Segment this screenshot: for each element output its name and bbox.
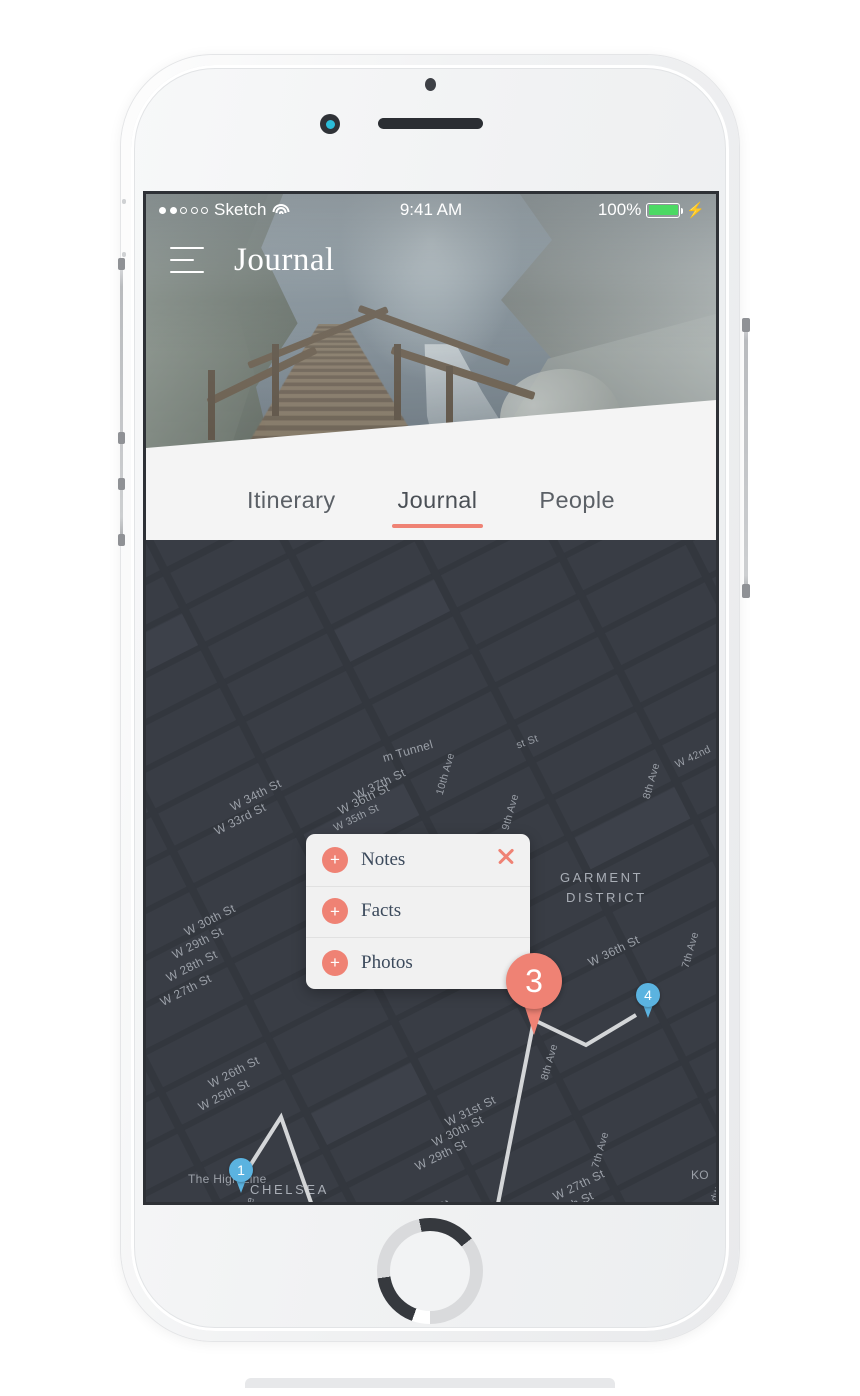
pin-3-label: 3 bbox=[506, 953, 562, 1009]
power-button-top-cap[interactable] bbox=[742, 318, 750, 332]
battery-percent-label: 100% bbox=[597, 200, 642, 219]
map-pin-3-active[interactable]: 3 bbox=[506, 953, 562, 1035]
add-entry-popup[interactable]: + Notes + Facts + Photos bbox=[306, 834, 530, 989]
plus-icon[interactable]: + bbox=[322, 898, 348, 925]
tab-itinerary[interactable]: Itinerary bbox=[233, 487, 350, 514]
volume-bottom-cap[interactable] bbox=[118, 534, 125, 546]
plus-icon[interactable]: + bbox=[322, 949, 348, 976]
home-button[interactable] bbox=[377, 1218, 483, 1324]
mute-switch-bottom[interactable] bbox=[122, 252, 126, 257]
earpiece-speaker bbox=[378, 118, 483, 129]
volume-up-cap[interactable] bbox=[118, 258, 125, 270]
volume-down-cap-2[interactable] bbox=[118, 478, 125, 490]
battery-icon bbox=[646, 202, 684, 218]
phone-bottom-edge bbox=[245, 1378, 615, 1388]
front-camera-icon bbox=[320, 114, 340, 134]
popup-item-facts-label: Facts bbox=[361, 900, 402, 922]
power-button[interactable] bbox=[744, 318, 748, 598]
map-pin-1[interactable]: 1 bbox=[229, 1158, 253, 1193]
volume-down-cap[interactable] bbox=[118, 432, 125, 444]
power-button-bottom-cap[interactable] bbox=[742, 584, 750, 598]
popup-item-notes-label: Notes bbox=[361, 848, 406, 870]
popup-item-photos-label: Photos bbox=[361, 951, 413, 973]
map-view[interactable]: m Tunnel st St W 37th St W 36th St W 35th St… bbox=[146, 540, 716, 1202]
plus-icon[interactable]: + bbox=[322, 846, 348, 873]
tab-people[interactable]: People bbox=[525, 487, 629, 514]
phone-screen: Sketch 9:41 AM 100% ⚡ Journal Itinerary … bbox=[146, 194, 716, 1202]
app-bar: Journal bbox=[146, 232, 716, 288]
proximity-sensor-icon bbox=[425, 78, 436, 91]
pin-4-label: 4 bbox=[636, 983, 660, 1007]
map-pin-4[interactable]: 4 bbox=[636, 983, 660, 1018]
hamburger-menu-icon[interactable] bbox=[170, 247, 204, 273]
pin-1-label: 1 bbox=[229, 1158, 253, 1182]
screenshot-stage: Sketch 9:41 AM 100% ⚡ Journal Itinerary … bbox=[0, 0, 860, 1396]
popup-item-facts[interactable]: + Facts bbox=[306, 886, 530, 938]
status-bar: Sketch 9:41 AM 100% ⚡ bbox=[146, 194, 716, 226]
mute-switch-top[interactable] bbox=[122, 199, 126, 204]
popup-item-photos[interactable]: + Photos bbox=[306, 937, 530, 989]
tab-bar: Itinerary Journal People bbox=[146, 459, 716, 541]
close-icon[interactable] bbox=[495, 845, 517, 867]
status-bar-right: 100% ⚡ bbox=[598, 200, 705, 220]
page-title: Journal bbox=[234, 241, 335, 278]
charging-bolt-icon: ⚡ bbox=[686, 201, 705, 219]
tab-journal[interactable]: Journal bbox=[384, 487, 492, 528]
volume-buttons[interactable] bbox=[120, 258, 123, 546]
